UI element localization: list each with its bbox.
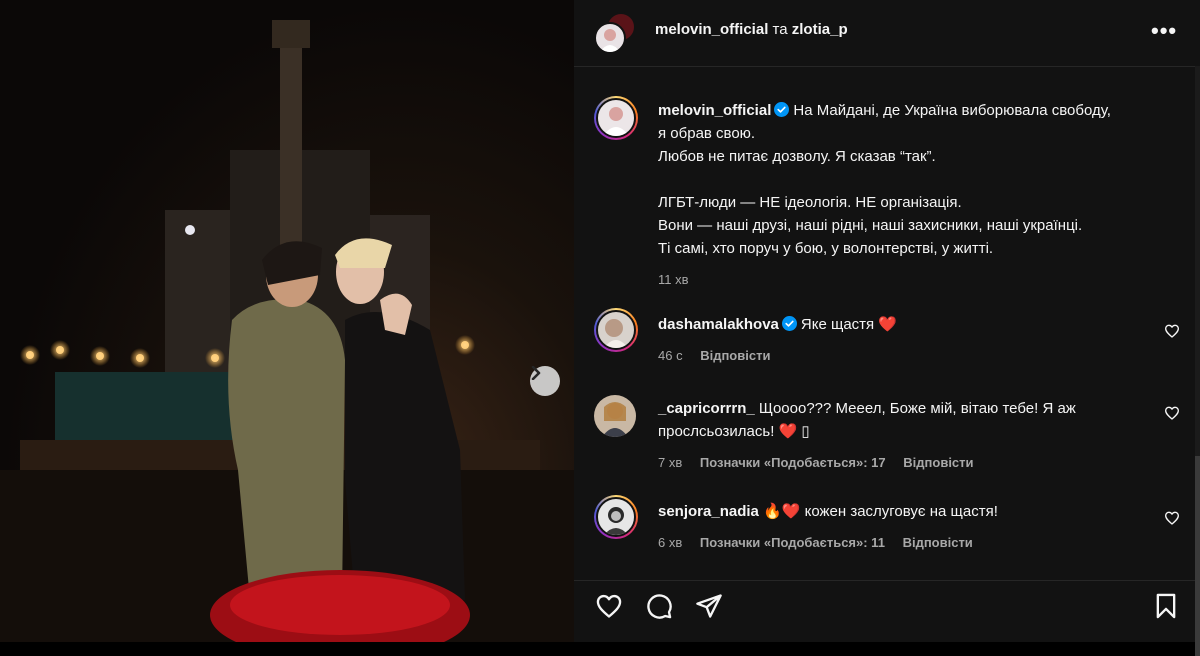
- header-username-2[interactable]: zlotia_p: [792, 21, 848, 38]
- avatar-image: [604, 319, 628, 348]
- post-actions-bar: [574, 580, 1200, 631]
- comment-avatar[interactable]: [594, 495, 638, 539]
- more-options-icon[interactable]: •••: [1151, 18, 1177, 44]
- comment-time[interactable]: 6 хв: [658, 535, 682, 550]
- heart-icon[interactable]: [1164, 510, 1180, 526]
- comment-avatar[interactable]: [594, 395, 636, 437]
- caption-username[interactable]: melovin_official: [658, 102, 771, 119]
- reply-button[interactable]: Відповісти: [903, 455, 973, 470]
- comments-scrollbar[interactable]: [1195, 66, 1200, 656]
- collab-avatars[interactable]: [594, 12, 636, 54]
- caption-avatar[interactable]: [594, 96, 638, 140]
- avatar-image: [600, 29, 620, 52]
- comment-text: Яке щастя: [800, 316, 875, 333]
- like-heart-icon[interactable]: [595, 592, 623, 620]
- chevron-right-icon: [531, 366, 541, 380]
- comment-meta: 6 хв Позначки «Подобається»: 11 Відповіс…: [658, 531, 1158, 554]
- comment-avatar[interactable]: [594, 308, 638, 352]
- comment-meta: 7 хв Позначки «Подобається»: 17 Відповіс…: [658, 451, 1158, 474]
- comment-text: Щоооо??? Мееел, Боже мій, вітаю тебе! Я …: [758, 400, 1076, 417]
- avatar-image: [604, 507, 628, 535]
- heart-icon[interactable]: [1164, 405, 1180, 421]
- avatar-melovin-official[interactable]: [594, 22, 626, 54]
- comment-text: 🔥❤️ кожен заслуговує на щастя!: [763, 503, 998, 520]
- comment-meta: 46 с Відповісти: [658, 344, 1158, 367]
- header-username-1[interactable]: melovin_official: [655, 21, 768, 38]
- caption-time[interactable]: 11 хв: [658, 272, 689, 287]
- comment-text-line-2: прослсьозилась! ❤️ ▯: [658, 423, 810, 440]
- comment-username[interactable]: dashamalakhova: [658, 316, 779, 333]
- avatar-image: [602, 402, 628, 437]
- comment-time[interactable]: 46 с: [658, 348, 683, 363]
- collab-usernames: melovin_official та zlotia_p: [655, 21, 848, 38]
- comment-emoji: ❤️: [878, 316, 898, 333]
- comment-icon[interactable]: [645, 592, 673, 620]
- heart-icon[interactable]: [1164, 323, 1180, 339]
- caption-text-line: На Майдані, де Україна виборювала свобод…: [793, 102, 1111, 119]
- carousel-next-button[interactable]: [530, 366, 560, 396]
- reply-button[interactable]: Відповісти: [700, 348, 770, 363]
- caption-text-line: Любов не питає дозволу. Я сказав “так”.: [658, 148, 936, 165]
- comment-item: _capricorrrn_ Щоооо??? Мееел, Боже мій, …: [658, 397, 1158, 474]
- photo-scene: [0, 20, 574, 642]
- comment-item: senjora_nadia 🔥❤️ кожен заслуговує на ща…: [658, 500, 1158, 554]
- verified-badge-icon: [774, 102, 790, 117]
- caption-text-line: Ті самі, хто поруч у бою, у волонтерстві…: [658, 240, 994, 257]
- post-photo[interactable]: [0, 0, 574, 642]
- caption-text-line: Вони — наші друзі, наші рідні, наші захи…: [658, 217, 1083, 234]
- comment-time[interactable]: 7 хв: [658, 455, 682, 470]
- caption-text-line: ЛГБТ-люди — НЕ ідеологія. НЕ організація…: [658, 194, 962, 211]
- post-header: melovin_official та zlotia_p •••: [574, 0, 1200, 67]
- caption-line-1: melovin_official На Майдані, де Україна в…: [658, 99, 1178, 122]
- comment-item: dashamalakhova Яке щастя ❤️ 46 с Відповіс…: [658, 313, 1158, 367]
- bookmark-icon[interactable]: [1152, 592, 1180, 620]
- share-icon[interactable]: [695, 592, 723, 620]
- scrollbar-thumb[interactable]: [1195, 456, 1200, 656]
- likes-count[interactable]: Позначки «Подобається»: 11: [700, 535, 885, 550]
- comment-username[interactable]: _capricorrrn_: [658, 400, 755, 417]
- reply-button[interactable]: Відповісти: [903, 535, 973, 550]
- comment-username[interactable]: senjora_nadia: [658, 503, 759, 520]
- avatar-image: [603, 107, 629, 136]
- post-side-panel: melovin_official та zlotia_p ••• melovin…: [574, 0, 1200, 642]
- likes-count[interactable]: Позначки «Подобається»: 17: [700, 455, 886, 470]
- header-joiner: та: [772, 21, 788, 38]
- post-caption: melovin_official На Майдані, де Україна в…: [658, 99, 1178, 291]
- verified-badge-icon: [781, 316, 797, 331]
- caption-meta: 11 хв: [658, 268, 1178, 291]
- caption-text-line: я обрав свою.: [658, 125, 756, 142]
